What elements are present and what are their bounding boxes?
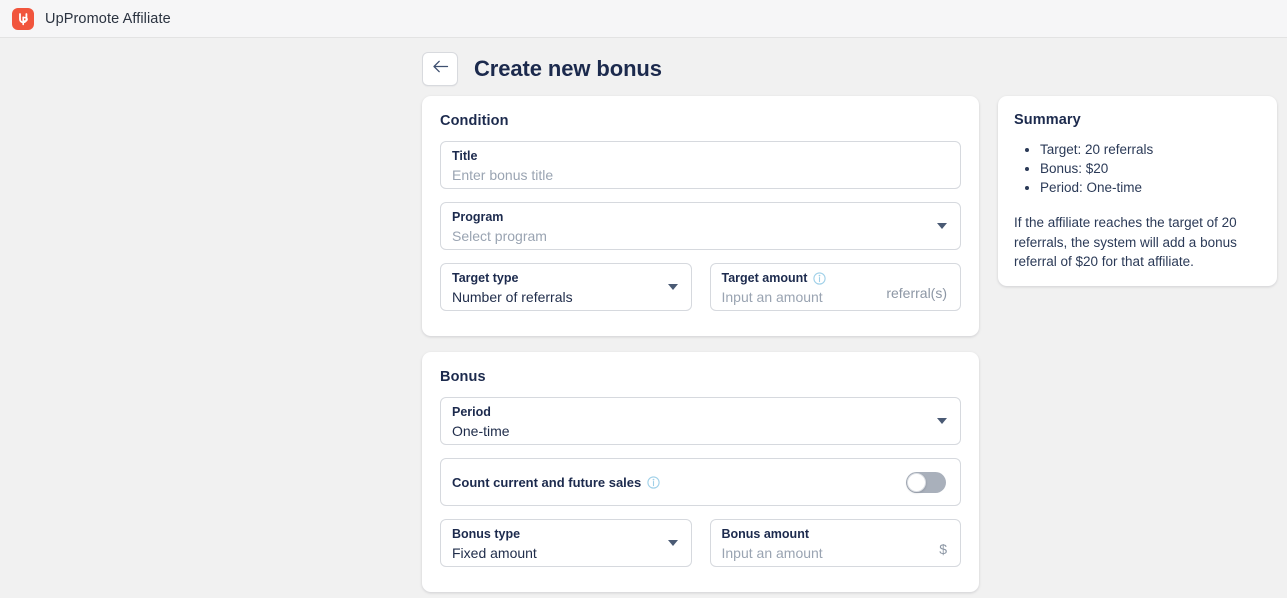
page-title: Create new bonus [474,56,662,82]
bonus-amount-label: Bonus amount [722,526,948,542]
count-sales-row: Count current and future sales [440,458,961,506]
bonus-card: Bonus Period One-time Count current and … [422,352,979,592]
bonus-type-label: Bonus type [452,526,678,542]
target-type-value[interactable]: Number of referrals [452,287,678,307]
list-item: Period: One-time [1040,178,1261,197]
toggle-knob [907,473,926,492]
bonus-type-value[interactable]: Fixed amount [452,543,678,563]
bonus-period-wrapper: Period One-time [422,385,979,445]
brand-name: UpPromote Affiliate [45,11,171,27]
bonus-amount-input[interactable]: Input an amount [722,543,948,563]
bonus-type-field[interactable]: Bonus type Fixed amount [440,519,692,567]
title-input[interactable]: Enter bonus title [452,165,947,185]
page-content: Create new bonus Condition Title Enter b… [0,38,1287,598]
count-sales-label-text: Count current and future sales [452,475,641,490]
summary-title: Summary [1014,112,1261,128]
page-header: Create new bonus [422,52,662,86]
count-sales-label: Count current and future sales [452,475,660,490]
bonus-amount-suffix: $ [939,539,947,559]
program-select-value[interactable]: Select program [452,226,947,246]
target-amount-label-text: Target amount [722,270,808,286]
uppromote-logo-icon [12,8,34,30]
target-row: Target type Number of referrals Target a… [422,263,979,311]
period-field-label: Period [452,404,947,420]
summary-card: Summary Target: 20 referrals Bonus: $20 … [998,96,1277,286]
title-field-label: Title [452,148,947,164]
bonus-amount-field[interactable]: Bonus amount Input an amount $ [710,519,962,567]
info-circle-icon[interactable] [813,272,826,285]
count-sales-toggle[interactable] [906,472,946,493]
target-amount-field[interactable]: Target amount Input an amount referral(s… [710,263,962,311]
target-amount-suffix: referral(s) [886,283,947,303]
bonus-card-title: Bonus [422,352,979,385]
chevron-down-icon[interactable] [668,540,678,546]
arrow-left-icon [432,59,449,79]
bonus-row: Bonus type Fixed amount Bonus amount Inp… [422,519,979,567]
target-type-label: Target type [452,270,678,286]
summary-note: If the affiliate reaches the target of 2… [1014,213,1261,272]
chevron-down-icon[interactable] [668,284,678,290]
list-item: Target: 20 referrals [1040,140,1261,159]
period-value[interactable]: One-time [452,421,947,441]
period-field[interactable]: Period One-time [440,397,961,445]
app-topbar: UpPromote Affiliate [0,0,1287,38]
target-type-field[interactable]: Target type Number of referrals [440,263,692,311]
condition-card-title: Condition [422,96,979,129]
chevron-down-icon[interactable] [937,223,947,229]
chevron-down-icon[interactable] [937,418,947,424]
summary-list: Target: 20 referrals Bonus: $20 Period: … [1014,140,1261,197]
condition-card: Condition Title Enter bonus title Progra… [422,96,979,336]
program-field[interactable]: Program Select program [440,202,961,250]
list-item: Bonus: $20 [1040,159,1261,178]
condition-fields: Title Enter bonus title Program Select p… [422,129,979,250]
info-circle-icon[interactable] [647,476,660,489]
program-field-label: Program [452,209,947,225]
title-field[interactable]: Title Enter bonus title [440,141,961,189]
back-button[interactable] [422,52,458,86]
